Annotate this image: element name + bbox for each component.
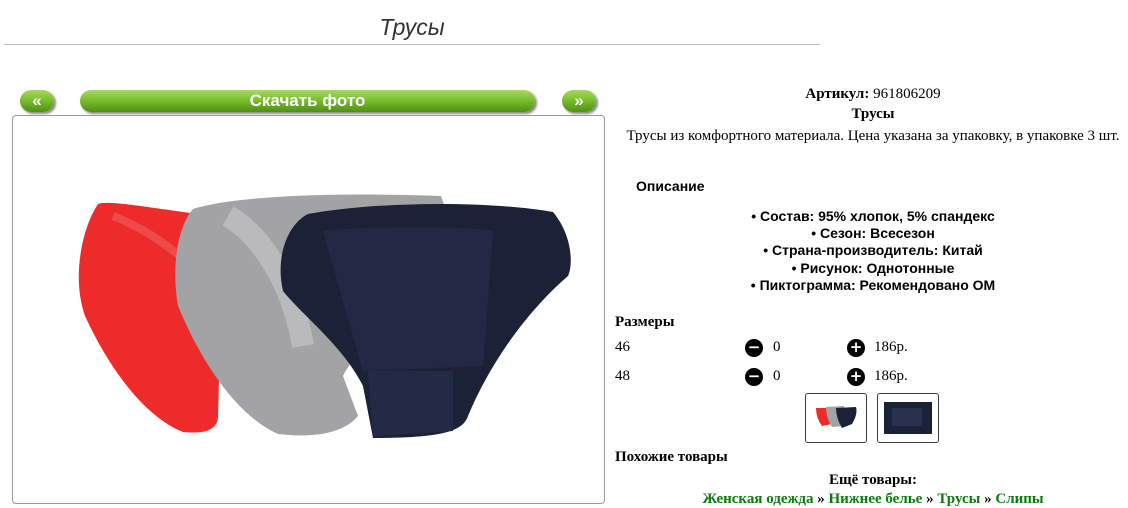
attribute-item: Страна-производитель: Китай xyxy=(613,242,1128,259)
download-photo-button[interactable]: Скачать фото xyxy=(80,90,535,112)
minus-circle-icon[interactable]: − xyxy=(745,339,763,357)
product-photo-frame xyxy=(12,115,605,504)
product-name: Трусы xyxy=(851,106,895,122)
size-row: 48 − 0 + 186р. xyxy=(615,366,1125,388)
thumbnail-all-colors[interactable] xyxy=(805,393,867,443)
attribute-item: Сезон: Всесезон xyxy=(613,225,1128,242)
title-divider xyxy=(4,44,820,45)
price-value: 186р. xyxy=(874,368,908,384)
quantity-value: 0 xyxy=(773,339,781,355)
price-value: 186р. xyxy=(874,339,908,355)
breadcrumb: Женская одежда » Нижнее белье » Трусы » … xyxy=(613,491,1128,508)
sku-line: Артикул: 961806209 xyxy=(613,86,1128,103)
product-description: Трусы из комфортного материала. Цена ука… xyxy=(626,128,1120,144)
product-photo[interactable] xyxy=(13,116,604,503)
page-title: Трусы xyxy=(379,14,445,40)
more-products-heading: Ещё товары: xyxy=(828,472,918,488)
size-label: 46 xyxy=(615,339,630,355)
prev-photo-button[interactable]: « xyxy=(20,90,54,112)
attribute-list: Состав: 95% хлопок, 5% спандекс Сезон: В… xyxy=(613,208,1128,294)
attribute-item: Пиктограмма: Рекомендовано ОМ xyxy=(613,277,1128,294)
size-label: 48 xyxy=(615,368,630,384)
size-row: 46 − 0 + 186р. xyxy=(615,337,1125,359)
minus-circle-icon[interactable]: − xyxy=(745,368,763,386)
attribute-item: Рисунок: Однотонные xyxy=(613,260,1128,277)
next-photo-button[interactable]: » xyxy=(562,90,596,112)
thumbnail-navy[interactable] xyxy=(877,393,939,443)
attribute-item: Состав: 95% хлопок, 5% спандекс xyxy=(613,208,1128,225)
plus-circle-icon[interactable]: + xyxy=(847,368,865,386)
sku-label: Артикул: xyxy=(805,86,870,102)
similar-heading: Похожие товары xyxy=(615,449,728,465)
sku-value: 961806209 xyxy=(873,86,941,102)
quantity-value: 0 xyxy=(773,368,781,384)
sizes-heading: Размеры xyxy=(615,314,675,330)
plus-circle-icon[interactable]: + xyxy=(847,339,865,357)
description-heading: Описание xyxy=(636,178,705,194)
